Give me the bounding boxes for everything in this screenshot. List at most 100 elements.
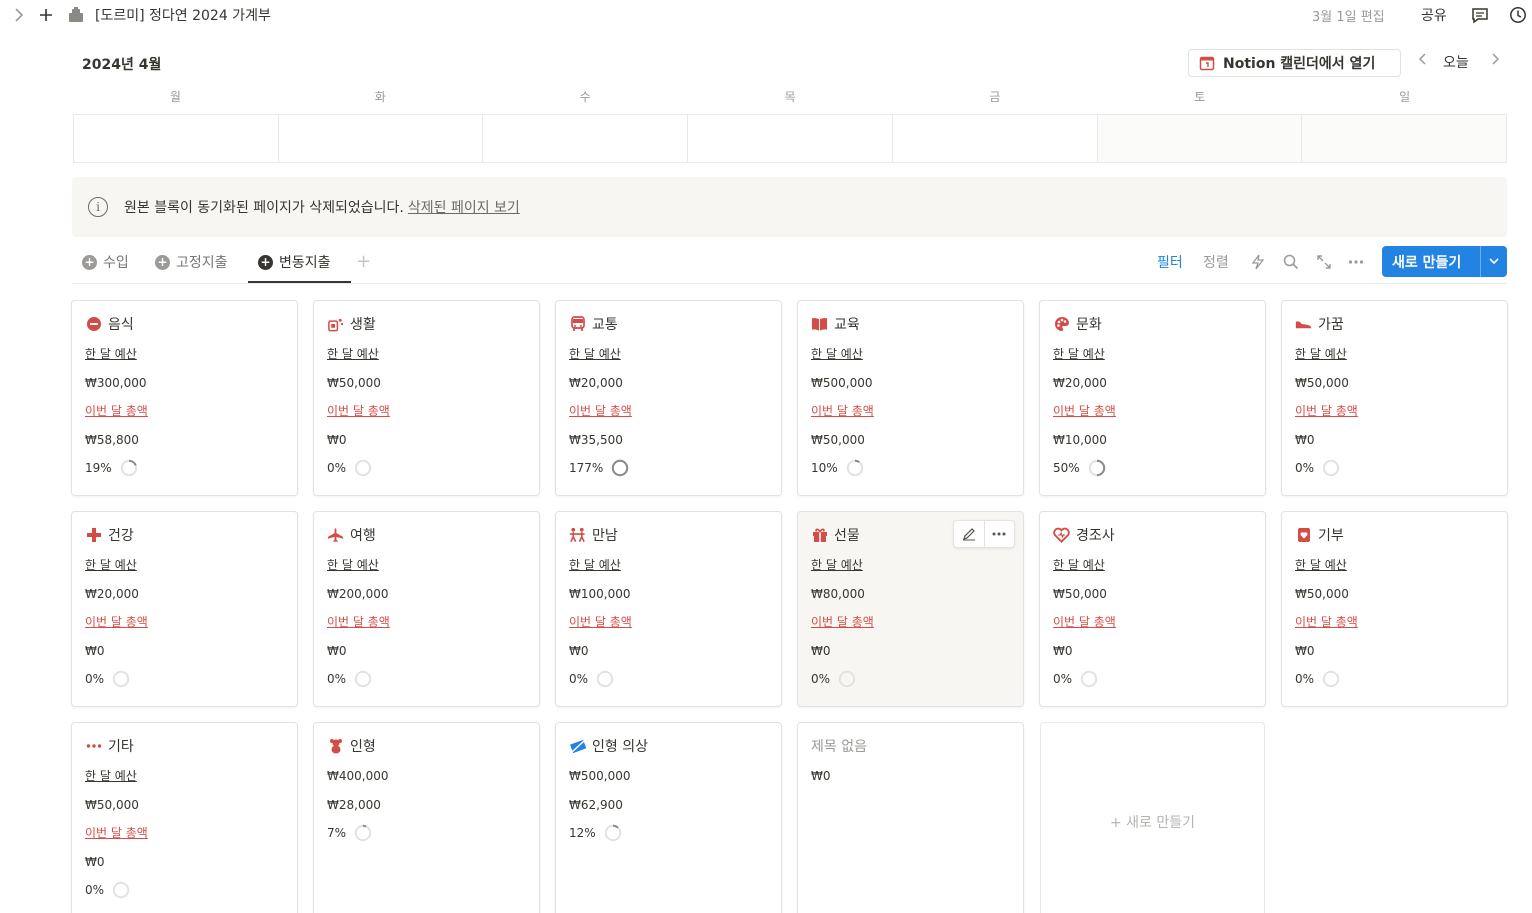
open-notion-calendar-button[interactable]: Notion 캘린더에서 열기 xyxy=(1188,49,1401,77)
budget-amount: ₩50,000 xyxy=(327,376,381,390)
filter-button[interactable]: 필터 xyxy=(1157,252,1183,272)
tab-fixed-expense[interactable]: + 고정지출 xyxy=(155,247,228,277)
monthly-total-label[interactable]: 이번 달 총액 xyxy=(1295,613,1358,630)
progress-ring xyxy=(604,824,621,842)
card-title: 인형 의상 xyxy=(592,739,648,755)
monthly-budget-label[interactable]: 한 달 예산 xyxy=(569,345,621,362)
chevron-right-icon[interactable] xyxy=(10,4,28,26)
budget-card-doll[interactable]: 인형 ₩400,000 ₩28,000 7% xyxy=(313,722,540,913)
calendar-day-cell[interactable] xyxy=(1302,115,1507,162)
monthly-total-label[interactable]: 이번 달 총액 xyxy=(85,824,148,841)
budget-card-gift[interactable]: 선물 한 달 예산 ₩80,000 이번 달 총액 ₩0 0% xyxy=(797,511,1024,707)
budget-card-education[interactable]: 교육 한 달 예산 ₩500,000 이번 달 총액 ₩50,000 10% xyxy=(797,300,1024,496)
calendar-day-cell[interactable] xyxy=(688,115,893,162)
share-button[interactable]: 공유 xyxy=(1421,4,1447,26)
add-new-card-button[interactable]: + 새로 만들기 xyxy=(1040,722,1265,913)
budget-card-family-events[interactable]: 경조사 한 달 예산 ₩50,000 이번 달 총액 ₩0 0% xyxy=(1039,511,1266,707)
new-entry-button[interactable]: 새로 만들기 xyxy=(1382,246,1507,277)
monthly-budget-label[interactable]: 한 달 예산 xyxy=(811,345,863,362)
page-title[interactable]: [도르미] 정다연 2024 가계부 xyxy=(95,4,271,26)
calendar-month-title: 2024년 4월 xyxy=(82,57,162,73)
monthly-budget-label[interactable]: 한 달 예산 xyxy=(811,556,863,573)
monthly-budget-label[interactable]: 한 달 예산 xyxy=(1295,345,1347,362)
sort-button[interactable]: 정렬 xyxy=(1203,252,1229,272)
budget-card-meeting[interactable]: 만남 한 달 예산 ₩100,000 이번 달 총액 ₩0 0% xyxy=(555,511,782,707)
prev-month-icon[interactable] xyxy=(1418,52,1428,70)
card-amount: ₩400,000 xyxy=(327,769,389,783)
next-month-icon[interactable] xyxy=(1490,52,1500,70)
calendar-day-cell[interactable] xyxy=(893,115,1098,162)
budget-card-transport[interactable]: 교통 한 달 예산 ₩20,000 이번 달 총액 ₩35,500 177% xyxy=(555,300,782,496)
progress-ring xyxy=(354,670,372,688)
budget-card-doll-clothes[interactable]: 인형 의상 ₩500,000 ₩62,900 12% xyxy=(555,722,782,913)
more-options-icon[interactable] xyxy=(1348,252,1364,272)
card-percent: 0% xyxy=(85,883,105,897)
weekday-label: 월 xyxy=(169,90,181,104)
monthly-total-label[interactable]: 이번 달 총액 xyxy=(85,402,148,419)
add-page-icon[interactable] xyxy=(36,4,56,26)
edit-pencil-icon[interactable] xyxy=(954,521,985,547)
card-title: 여행 xyxy=(350,528,376,544)
budget-card-food[interactable]: 음식 한 달 예산 ₩300,000 이번 달 총액 ₩58,800 19% xyxy=(71,300,298,496)
monthly-budget-label[interactable]: 한 달 예산 xyxy=(1053,556,1105,573)
card-title: 기타 xyxy=(108,739,134,755)
monthly-budget-label[interactable]: 한 달 예산 xyxy=(569,556,621,573)
budget-card-living[interactable]: 생활 한 달 예산 ₩50,000 이번 달 총액 ₩0 0% xyxy=(313,300,540,496)
budget-card-culture[interactable]: 문화 한 달 예산 ₩20,000 이번 달 총액 ₩10,000 50% xyxy=(1039,300,1266,496)
budget-card-etc[interactable]: 기타 한 달 예산 ₩50,000 이번 달 총액 ₩0 0% xyxy=(71,722,298,913)
tab-variable-expense[interactable]: + 변동지출 xyxy=(258,247,331,277)
card-title: 건강 xyxy=(108,528,134,544)
monthly-total-label[interactable]: 이번 달 총액 xyxy=(569,613,632,630)
monthly-total-label[interactable]: 이번 달 총액 xyxy=(1295,402,1358,419)
card-title: 경조사 xyxy=(1076,528,1115,544)
deleted-page-link[interactable]: 삭제된 페이지 보기 xyxy=(408,197,520,217)
monthly-budget-label[interactable]: 한 달 예산 xyxy=(1053,345,1105,362)
card-title: 교통 xyxy=(592,317,618,333)
expand-icon[interactable] xyxy=(1316,252,1332,272)
monthly-total-label[interactable]: 이번 달 총액 xyxy=(327,613,390,630)
chevron-down-icon[interactable] xyxy=(1481,256,1507,267)
budget-card-health[interactable]: 건강 한 달 예산 ₩20,000 이번 달 총액 ₩0 0% xyxy=(71,511,298,707)
calendar-day-cell[interactable] xyxy=(74,115,279,162)
budget-card-travel[interactable]: 여행 한 달 예산 ₩200,000 이번 달 총액 ₩0 0% xyxy=(313,511,540,707)
budget-card-grooming[interactable]: 가꿈 한 달 예산 ₩50,000 이번 달 총액 ₩0 0% xyxy=(1281,300,1508,496)
calendar-day-cell[interactable] xyxy=(279,115,484,162)
budget-card-untitled[interactable]: 제목 없음 ₩0 xyxy=(797,722,1024,913)
search-icon[interactable] xyxy=(1283,252,1299,272)
weekday-label: 화 xyxy=(374,90,386,104)
add-view-icon[interactable]: + xyxy=(356,251,371,272)
monthly-total-label[interactable]: 이번 달 총액 xyxy=(811,402,874,419)
household-icon xyxy=(327,316,344,333)
budget-amount: ₩20,000 xyxy=(569,376,623,390)
card-title-row: 음식 xyxy=(85,314,284,334)
monthly-total-label[interactable]: 이번 달 총액 xyxy=(85,613,148,630)
monthly-total-label[interactable]: 이번 달 총액 xyxy=(1053,402,1116,419)
card-title-row: 인형 의상 xyxy=(569,736,768,756)
card-title: 제목 없음 xyxy=(811,739,867,755)
monthly-budget-label[interactable]: 한 달 예산 xyxy=(1295,556,1347,573)
monthly-budget-label[interactable]: 한 달 예산 xyxy=(85,767,137,784)
calendar-day-cell[interactable] xyxy=(1097,115,1303,162)
history-clock-icon[interactable] xyxy=(1508,4,1528,26)
calendar-day-cell[interactable] xyxy=(483,115,689,162)
monthly-total-label[interactable]: 이번 달 총액 xyxy=(1053,613,1116,630)
tab-income[interactable]: + 수입 xyxy=(82,247,129,277)
card-title-row: 문화 xyxy=(1053,314,1252,334)
monthly-total-label[interactable]: 이번 달 총액 xyxy=(327,402,390,419)
monthly-budget-label[interactable]: 한 달 예산 xyxy=(327,556,379,573)
monthly-total-label[interactable]: 이번 달 총액 xyxy=(811,613,874,630)
monthly-budget-label[interactable]: 한 달 예산 xyxy=(327,345,379,362)
card-title-row: 건강 xyxy=(85,525,284,545)
card-percent: 0% xyxy=(85,672,105,686)
weekday-label: 토 xyxy=(1194,90,1206,104)
monthly-budget-label[interactable]: 한 달 예산 xyxy=(85,556,137,573)
budget-card-donation[interactable]: 기부 한 달 예산 ₩50,000 이번 달 총액 ₩0 0% xyxy=(1281,511,1508,707)
comment-icon[interactable] xyxy=(1470,4,1490,26)
people-icon xyxy=(569,527,586,544)
more-options-icon[interactable] xyxy=(985,521,1015,547)
weekday-label: 일 xyxy=(1399,90,1411,104)
automation-lightning-icon[interactable] xyxy=(1251,252,1265,272)
monthly-budget-label[interactable]: 한 달 예산 xyxy=(85,345,137,362)
today-button[interactable]: 오늘 xyxy=(1443,52,1469,72)
monthly-total-label[interactable]: 이번 달 총액 xyxy=(569,402,632,419)
